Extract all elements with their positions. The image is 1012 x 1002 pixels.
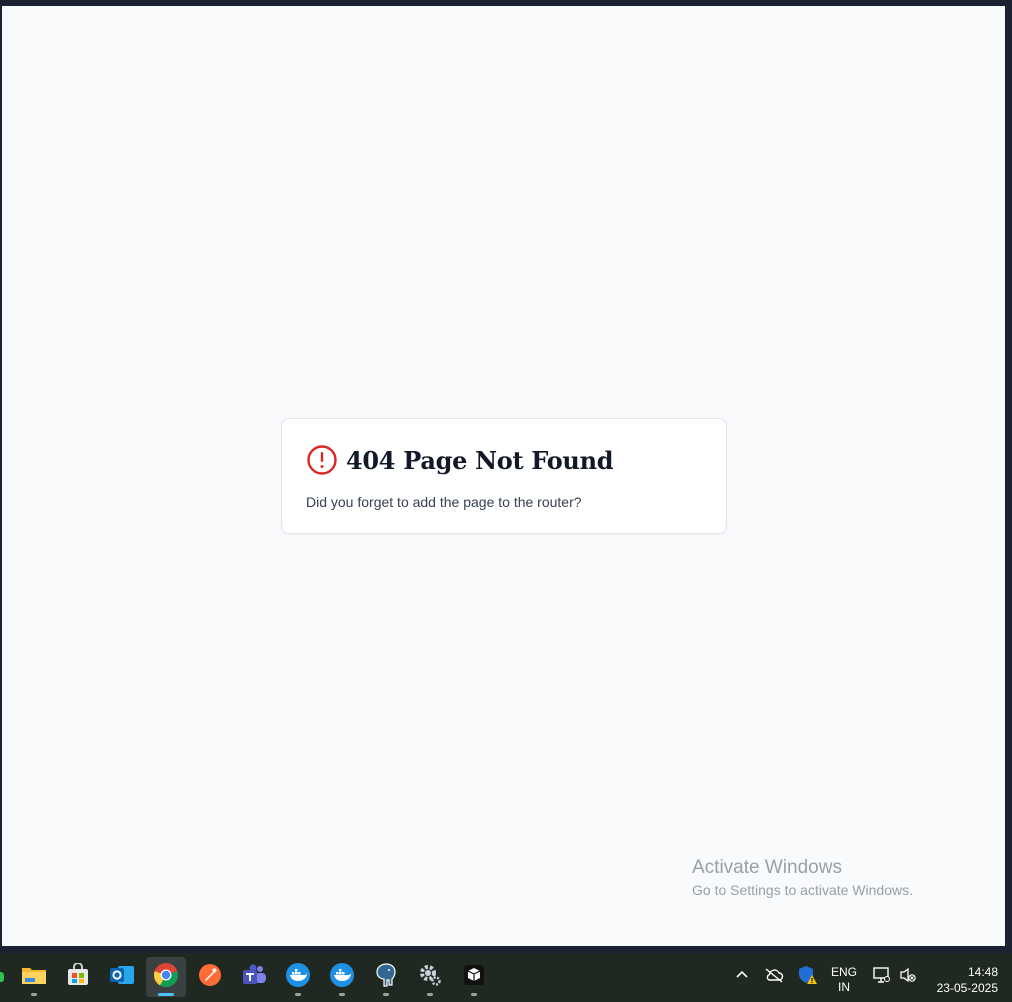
network-icon [873,967,891,988]
taskbar-chrome[interactable] [146,957,186,997]
elephant-icon [373,962,399,993]
taskbar-docker-2[interactable] [322,957,362,997]
running-indicator [471,993,477,996]
tray-overflow-button[interactable] [734,953,750,1002]
active-indicator [158,993,174,996]
tray-onedrive[interactable] [764,953,784,1002]
activate-subtitle: Go to Settings to activate Windows. [692,882,913,898]
tray-security[interactable] [798,953,818,1002]
shield-warning-icon [798,965,818,990]
taskbar-box-app[interactable] [454,957,494,997]
clock-time: 14:48 [967,965,998,979]
browser-viewport: 404 Page Not Found Did you forget to add… [2,6,1005,946]
running-indicator [31,993,37,996]
cloud-off-icon [764,967,784,988]
taskbar-postman[interactable] [190,957,230,997]
taskbar-docker[interactable] [278,957,318,997]
taskbar: ENG IN 14:48 23-05-2025 [0,953,1012,1002]
page-title: 404 Page Not Found [346,445,614,475]
taskbar-microsoft-store[interactable] [58,957,98,997]
not-found-header: 404 Page Not Found [306,444,614,476]
activate-windows-watermark: Activate Windows Go to Settings to activ… [692,857,913,901]
language-region: IN [838,980,850,994]
tray-volume[interactable] [899,953,917,1002]
outlook-icon [109,963,135,992]
taskbar-teams[interactable] [234,957,274,997]
language-indicator[interactable]: ENG IN [826,965,862,995]
language-code: ENG [830,965,857,979]
box-icon [462,963,486,992]
running-indicator [383,993,389,996]
gear-icon [417,962,443,993]
error-message: Did you forget to add the page to the ro… [306,494,582,510]
system-clock[interactable]: 14:48 23-05-2025 [922,964,998,996]
desktop: 404 Page Not Found Did you forget to add… [0,0,1012,1002]
running-indicator [339,993,345,996]
taskbar-outlook[interactable] [102,957,142,997]
chevron-up-icon [734,967,750,988]
alert-circle-icon [306,444,338,476]
chrome-icon [153,962,179,993]
running-indicator [295,993,301,996]
tray-network[interactable] [873,953,891,1002]
docker-icon [285,962,311,993]
clock-date: 23-05-2025 [936,981,998,995]
widget-indicator[interactable] [0,972,4,982]
folder-icon [21,964,47,991]
postman-icon [198,963,222,992]
running-indicator [427,993,433,996]
teams-icon [241,963,267,992]
store-icon [66,961,90,992]
window-edge [1005,6,1012,946]
taskbar-settings[interactable] [410,957,450,997]
activate-title: Activate Windows [692,857,842,878]
docker-icon [329,962,355,993]
taskbar-pgadmin[interactable] [366,957,406,997]
taskbar-file-explorer[interactable] [14,957,54,997]
speaker-muted-icon [899,967,917,988]
not-found-card: 404 Page Not Found Did you forget to add… [281,418,727,534]
